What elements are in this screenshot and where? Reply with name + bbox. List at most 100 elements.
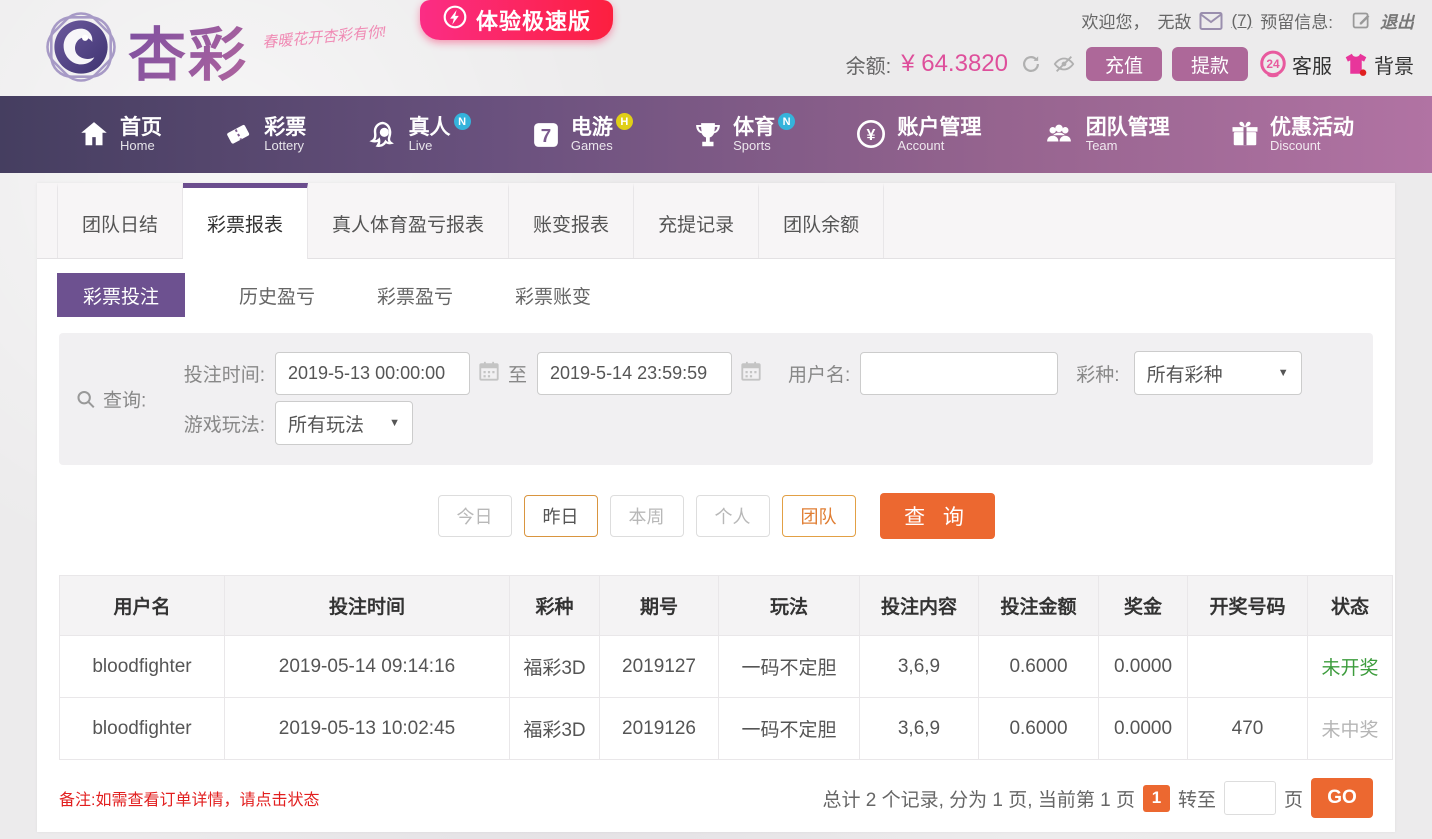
nav-item-sports[interactable]: 体育 N Sports (693, 113, 796, 154)
status-link[interactable]: 未开奖 (1307, 635, 1393, 698)
this-week-button[interactable]: 本周 (609, 495, 684, 537)
subtab-lottery-pl[interactable]: 彩票盈亏 (369, 282, 461, 309)
cell-prize: 0.0000 (1098, 697, 1188, 760)
chevron-down-icon: ▼ (389, 417, 400, 429)
nav-item-team[interactable]: 团队管理 Team (1042, 116, 1170, 153)
svg-text:24: 24 (1266, 57, 1280, 71)
subtab-lottery-account-change[interactable]: 彩票账变 (507, 282, 599, 309)
col-bet-content: 投注内容 (859, 575, 979, 636)
quick-filter-row: 今日 昨日 本周 个人 团队 查 询 (37, 493, 1395, 539)
edit-icon[interactable] (1351, 10, 1372, 31)
team-button[interactable]: 团队 (781, 495, 856, 537)
tab-team-balance[interactable]: 团队余额 (759, 183, 885, 258)
service-label: 客服 (1292, 55, 1332, 78)
tab-account-change-report[interactable]: 账变报表 (509, 183, 635, 258)
query-submit-button[interactable]: 查 询 (879, 493, 995, 539)
tab-deposit-withdraw-records[interactable]: 充提记录 (634, 183, 760, 258)
cell-draw-numbers: 470 (1187, 697, 1308, 760)
personal-button[interactable]: 个人 (695, 495, 770, 537)
trophy-icon (696, 122, 720, 146)
col-prize: 奖金 (1098, 575, 1188, 636)
go-button[interactable]: GO (1311, 778, 1373, 818)
col-bet-amount: 投注金额 (978, 575, 1099, 636)
cell-draw-numbers (1187, 635, 1308, 698)
reserved-info-label: 预留信息: (1260, 13, 1333, 32)
withdraw-button[interactable]: 提款 (1172, 47, 1248, 81)
bets-table: 用户名 投注时间 彩种 期号 玩法 投注内容 投注金额 奖金 开奖号码 状态 b… (59, 575, 1393, 760)
nav-item-account[interactable]: ¥ 账户管理 Account (855, 116, 981, 153)
status-link[interactable]: 未中奖 (1307, 697, 1393, 760)
logo[interactable]: 杏彩 春暖花开杏彩有你! (40, 4, 387, 95)
ticket-icon (227, 125, 250, 145)
svg-text:¥: ¥ (867, 127, 876, 144)
goto-page-input[interactable] (1223, 781, 1276, 815)
nav-item-discount[interactable]: 优惠活动 Discount (1230, 116, 1354, 153)
calendar-icon[interactable] (478, 360, 500, 387)
cell-issue: 2019127 (599, 635, 719, 698)
date-from-input[interactable] (275, 351, 470, 395)
report-panel: 团队日结 彩票报表 真人体育盈亏报表 账变报表 充提记录 团队余额 彩票投注 历… (37, 183, 1395, 832)
today-button[interactable]: 今日 (437, 495, 512, 537)
mail-count-link[interactable]: (7) (1231, 11, 1252, 31)
play-type-select[interactable]: 所有玩法 ▼ (275, 401, 413, 445)
col-play: 玩法 (718, 575, 860, 636)
col-bet-time: 投注时间 (224, 575, 510, 636)
current-page-badge[interactable]: 1 (1142, 784, 1170, 812)
cell-username: bloodfighter (59, 635, 225, 698)
speed-version-banner[interactable]: 体验极速版 (420, 0, 614, 40)
tab-live-sports-pl-report[interactable]: 真人体育盈亏报表 (308, 183, 510, 258)
table-row: bloodfighter 2019-05-14 09:14:16 福彩3D 20… (59, 635, 1393, 698)
page-unit-label: 页 (1283, 789, 1303, 811)
cell-play: 一码不定胆 (718, 697, 860, 760)
background-label: 背景 (1374, 55, 1414, 78)
mail-icon[interactable] (1199, 11, 1223, 31)
logo-tagline: 春暖花开杏彩有你! (261, 23, 387, 52)
query-label: 查询: (75, 386, 146, 413)
balance-value: ¥ 64.3820 (901, 50, 1008, 77)
username-input[interactable] (860, 351, 1059, 395)
balance-bar: 余额: ¥ 64.3820 充值 提款 24 客服 背景 (846, 47, 1414, 81)
main-navigation: 首页 Home 彩票 Lottery 真人 N Live 7 电游 H Games 体育 N S… (0, 96, 1432, 173)
table-row: bloodfighter 2019-05-13 10:02:45 福彩3D 20… (59, 697, 1393, 760)
lottery-type-label: 彩种: (1076, 364, 1120, 386)
top-header: 杏彩 春暖花开杏彩有你! 体验极速版 欢迎您， 无敌 (7) 预留信息: 退出 … (0, 0, 1432, 96)
lightning-icon (442, 4, 468, 36)
note-text: 备注:如需查看订单详情，请点击状态 (59, 792, 320, 809)
background-link[interactable]: 背景 (1342, 50, 1414, 79)
goto-label: 转至 (1177, 789, 1216, 811)
cell-issue: 2019126 (599, 697, 719, 760)
cell-bet-amount: 0.6000 (978, 635, 1099, 698)
refresh-balance-icon[interactable] (1020, 53, 1042, 75)
play-type-label: 游戏玩法: (183, 414, 265, 436)
tshirt-icon (1345, 53, 1367, 76)
nav-item-live[interactable]: 真人 N Live (367, 113, 471, 154)
nav-item-home[interactable]: 首页 Home (78, 116, 162, 153)
nav-item-games[interactable]: 7 电游 H Games (531, 113, 633, 154)
home-icon (81, 122, 107, 146)
hide-balance-icon[interactable] (1052, 53, 1076, 75)
tab-lottery-report[interactable]: 彩票报表 (183, 183, 309, 259)
username: 无敌 (1157, 13, 1192, 32)
nav-item-lottery[interactable]: 彩票 Lottery (222, 116, 306, 153)
subtab-history-pl[interactable]: 历史盈亏 (231, 282, 323, 309)
cell-bet-time: 2019-05-14 09:14:16 (224, 635, 510, 698)
tab-team-daily[interactable]: 团队日结 (57, 183, 184, 258)
live-dealer-icon (368, 121, 394, 147)
lottery-type-select[interactable]: 所有彩种 ▼ (1133, 351, 1302, 395)
logo-text: 杏彩 (128, 8, 248, 92)
balance-label: 余额: (845, 55, 892, 78)
welcome-bar: 欢迎您， 无敌 (7) 预留信息: 退出 (846, 8, 1414, 33)
date-to-input[interactable] (537, 351, 733, 395)
calendar-icon[interactable] (740, 360, 762, 387)
logout-link[interactable]: 退出 (1380, 8, 1414, 33)
gift-icon (1232, 122, 1258, 146)
subtab-lottery-bets[interactable]: 彩票投注 (57, 273, 186, 317)
cell-bet-time: 2019-05-13 10:02:45 (224, 697, 510, 760)
col-issue: 期号 (599, 575, 719, 636)
search-form: 查询: 投注时间: 至 用户名: 彩种: 所有彩种▼ (59, 333, 1373, 465)
yesterday-button[interactable]: 昨日 (523, 495, 598, 537)
team-icon (1046, 125, 1071, 142)
deposit-button[interactable]: 充值 (1086, 47, 1162, 81)
customer-service-link[interactable]: 24 客服 (1258, 49, 1332, 79)
chevron-down-icon: ▼ (1277, 367, 1289, 379)
